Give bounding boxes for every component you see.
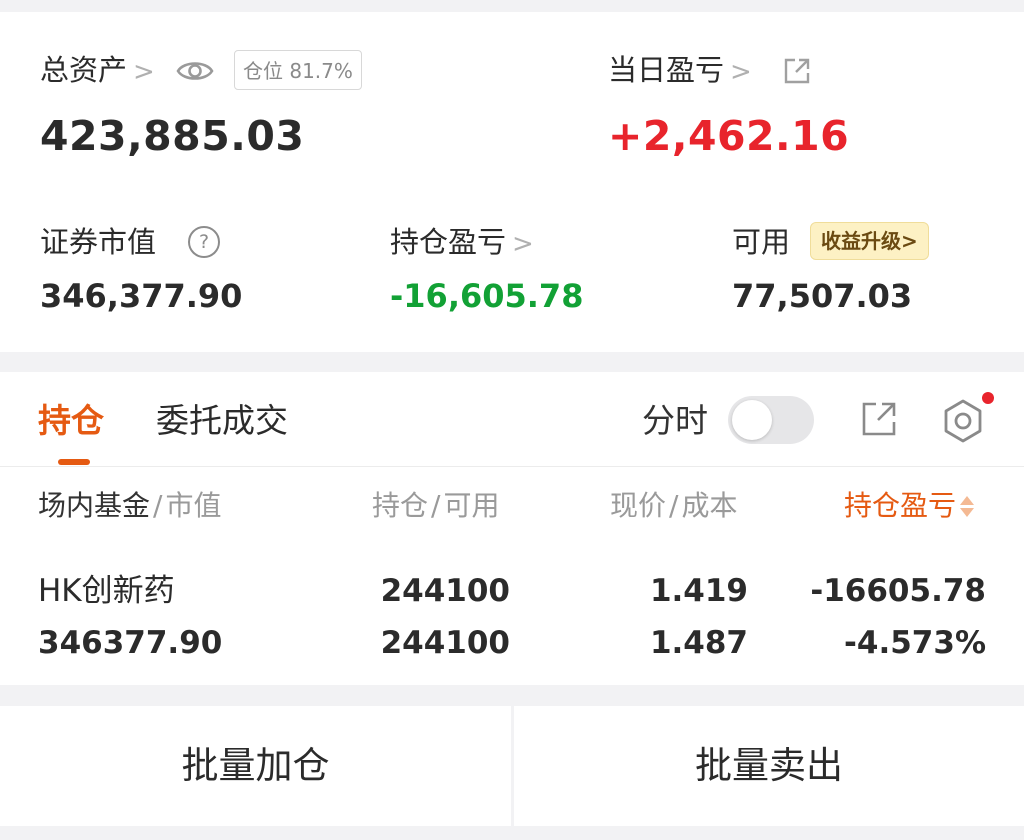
header-separator: / (153, 489, 163, 522)
eye-icon[interactable] (176, 56, 214, 86)
holding-qty: 244100 (380, 573, 510, 609)
position-ratio-badge: 仓位 81.7% (234, 50, 362, 90)
daily-pnl-value: +2,462.16 (608, 112, 850, 160)
available-qty: 244100 (380, 625, 510, 661)
holding-pnl-value: -16,605.78 (390, 277, 584, 315)
gear-icon[interactable] (940, 398, 986, 444)
column-header-name[interactable]: 场内基金 / 市值 (38, 492, 221, 520)
header-name-main: 场内基金 (38, 489, 151, 522)
timeshare-toggle[interactable] (728, 396, 814, 444)
row-pnl: -16605.78 (810, 573, 986, 609)
question-icon[interactable]: ? (188, 226, 220, 258)
market-value-value: 346,377.90 (40, 277, 243, 315)
total-assets-value: 423,885.03 (40, 112, 305, 160)
header-pnl-main: 持仓盈亏 (844, 489, 957, 522)
header-price-main: 现价 (610, 489, 667, 522)
external-link-icon[interactable] (782, 56, 812, 86)
header-separator: / (431, 489, 441, 522)
batch-add-button[interactable]: 批量加仓 (0, 706, 511, 826)
row-pnl-percent: -4.573% (844, 625, 986, 661)
action-bar: 批量加仓 批量卖出 (0, 706, 1024, 826)
chevron-right-icon: > (512, 229, 534, 259)
timeshare-label: 分时 (642, 401, 708, 440)
header-separator: / (669, 489, 679, 522)
upgrade-badge[interactable]: 收益升级> (810, 222, 929, 260)
fund-market-value: 346377.90 (38, 625, 223, 661)
daily-pnl-link[interactable]: 当日盈亏 > (608, 53, 752, 87)
chevron-right-icon: > (133, 57, 155, 87)
current-price: 1.419 (649, 573, 748, 609)
table-row[interactable]: HK创新药 346377.90 244100 244100 1.419 1.48… (0, 568, 1024, 668)
tab-orders[interactable]: 委托成交 (156, 404, 288, 437)
notification-dot (982, 392, 994, 404)
total-assets-label: 总资产 (40, 53, 128, 87)
market-value-label: 证券市值 (40, 225, 157, 259)
holding-pnl-link[interactable]: 持仓盈亏 > (390, 225, 534, 259)
cost-price: 1.487 (649, 625, 748, 661)
daily-pnl-label: 当日盈亏 (608, 53, 725, 87)
chevron-right-icon: > (730, 57, 752, 87)
header-qty-sub: 可用 (443, 489, 500, 522)
toggle-knob (732, 400, 772, 440)
column-header-price[interactable]: 现价 / 成本 (610, 492, 737, 520)
sort-icon (960, 496, 975, 518)
header-qty-main: 持仓 (372, 489, 429, 522)
available-value: 77,507.03 (732, 277, 913, 315)
column-header-pnl[interactable]: 持仓盈亏 (844, 489, 975, 522)
header-price-sub: 成本 (681, 489, 738, 522)
fund-name: HK创新药 (38, 573, 175, 609)
available-label: 可用 (732, 225, 791, 259)
holding-pnl-label: 持仓盈亏 (390, 225, 507, 259)
tab-active-indicator (58, 459, 90, 465)
export-icon[interactable] (860, 400, 898, 438)
tab-holdings[interactable]: 持仓 (38, 404, 104, 437)
total-assets-link[interactable]: 总资产 > (40, 53, 155, 87)
divider (0, 466, 1024, 467)
holdings-panel: 持仓 委托成交 分时 场内基金 / 市值 持仓 / 可用 现价 / 成本 持仓盈亏 HK创新… (0, 372, 1024, 685)
batch-sell-button[interactable]: 批量卖出 (514, 706, 1024, 826)
column-header-quantity[interactable]: 持仓 / 可用 (372, 492, 499, 520)
header-name-sub: 市值 (165, 489, 222, 522)
account-summary-card: 总资产 > 仓位 81.7% 423,885.03 当日盈亏 > +2,462.16… (0, 12, 1024, 352)
